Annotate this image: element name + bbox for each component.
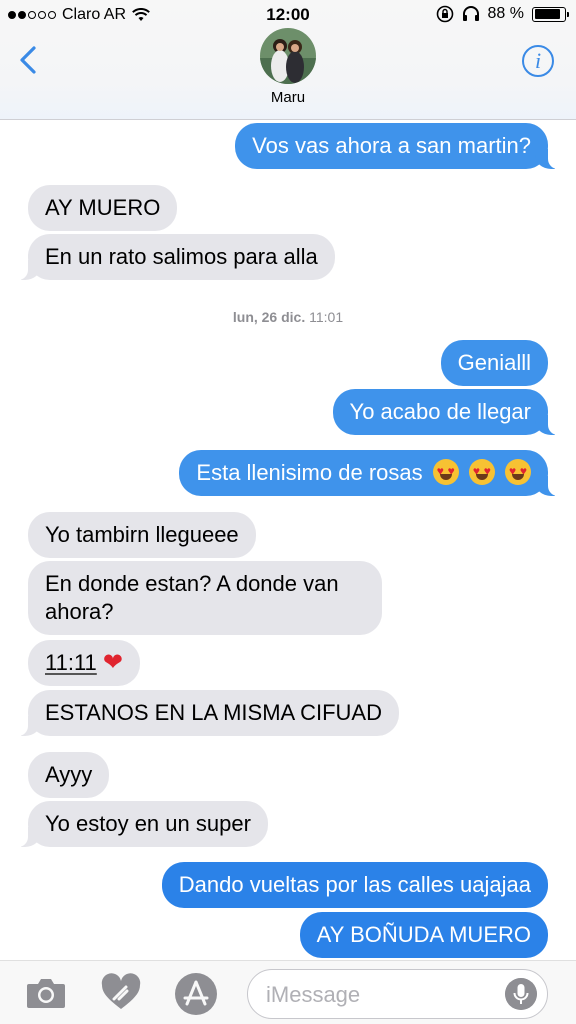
avatar[interactable] — [260, 28, 316, 84]
message-bubble-outgoing[interactable]: Vos vas ahora a san martin? — [235, 123, 558, 169]
message-bubble-incoming[interactable]: En donde estan? A donde van ahora? — [28, 561, 382, 635]
message-text: AY MUERO — [45, 195, 161, 220]
timestamp-day: lun, 26 dic. — [232, 309, 306, 325]
red-heart-emoji-icon: ❤ — [102, 649, 124, 676]
message-text: Vos vas ahora a san martin? — [252, 133, 531, 158]
battery-icon — [532, 6, 569, 22]
message-text: Yo estoy en un super — [45, 811, 251, 836]
message-text: Dando vueltas por las calles uajajaa — [178, 872, 531, 897]
message-bubble-outgoing[interactable]: Yo acabo de llegar — [332, 389, 559, 435]
imessage-input[interactable]: iMessage — [247, 969, 548, 1019]
message-bubble-incoming[interactable]: 11:11 ❤ — [28, 640, 141, 686]
heart-eyes-emoji-icon: ♥ ♥ — [432, 459, 459, 485]
app-store-icon[interactable] — [174, 972, 218, 1016]
microphone-icon[interactable] — [505, 978, 537, 1010]
message-text: Yo acabo de llegar — [349, 399, 531, 424]
message-bubble-incoming[interactable]: Yo tambirn llegueee — [28, 512, 256, 558]
message-text: Yo tambirn llegueee — [45, 522, 239, 547]
rotation-lock-icon — [436, 5, 453, 23]
message-bubble-incoming[interactable]: ESTANOS EN LA MISMA CIFUAD — [18, 690, 399, 736]
message-text: AY BOÑUDA MUERO — [316, 922, 531, 947]
message-bubble-outgoing[interactable]: Esta llenisimo de rosas ♥ ♥ ♥ ♥ ♥ ♥ — [179, 450, 558, 496]
timestamp-time: 11:01 — [309, 309, 344, 325]
message-text: ESTANOS EN LA MISMA CIFUAD — [45, 700, 382, 725]
message-text: Genialll — [457, 350, 531, 375]
message-text: Ayyy — [45, 762, 93, 787]
heart-eyes-emoji-icon: ♥ ♥ — [468, 459, 495, 485]
message-bubble-incoming[interactable]: Yo estoy en un super — [18, 801, 268, 847]
message-bubble-outgoing[interactable]: Genialll — [440, 340, 548, 386]
message-bubble-incoming[interactable]: Ayyy — [28, 752, 110, 798]
imessage-placeholder: iMessage — [266, 982, 361, 1007]
conversation-header: Claro AR 12:00 88 % Maru i — [0, 0, 576, 120]
status-right: 88 % — [436, 5, 569, 23]
message-text: En donde estan? A donde van ahora? — [45, 571, 339, 624]
message-bubble-outgoing[interactable]: Dando vueltas por las calles uajajaa — [161, 862, 548, 908]
back-chevron-icon[interactable] — [14, 40, 44, 80]
info-icon[interactable]: i — [522, 45, 554, 77]
digital-touch-heart-icon[interactable] — [100, 973, 142, 1013]
message-text: Esta llenisimo de rosas — [196, 460, 423, 485]
message-bubble-outgoing[interactable]: AY BOÑUDA MUERO — [299, 912, 548, 958]
message-bubble-incoming[interactable]: AY MUERO — [28, 185, 178, 231]
conversation-timestamp: lun, 26 dic. 11:01 — [0, 309, 576, 325]
heart-eyes-emoji-icon: ♥ ♥ — [505, 459, 531, 485]
message-text: En un rato salimos para alla — [45, 244, 318, 269]
contact-name[interactable]: Maru — [0, 89, 576, 106]
headphones-icon — [462, 6, 479, 21]
message-text[interactable]: 11:11 — [45, 650, 97, 675]
battery-percent: 88 % — [487, 5, 524, 22]
camera-icon[interactable] — [25, 976, 67, 1010]
message-bubble-incoming[interactable]: En un rato salimos para alla — [18, 234, 335, 280]
status-bar: Claro AR 12:00 88 % — [0, 0, 576, 30]
